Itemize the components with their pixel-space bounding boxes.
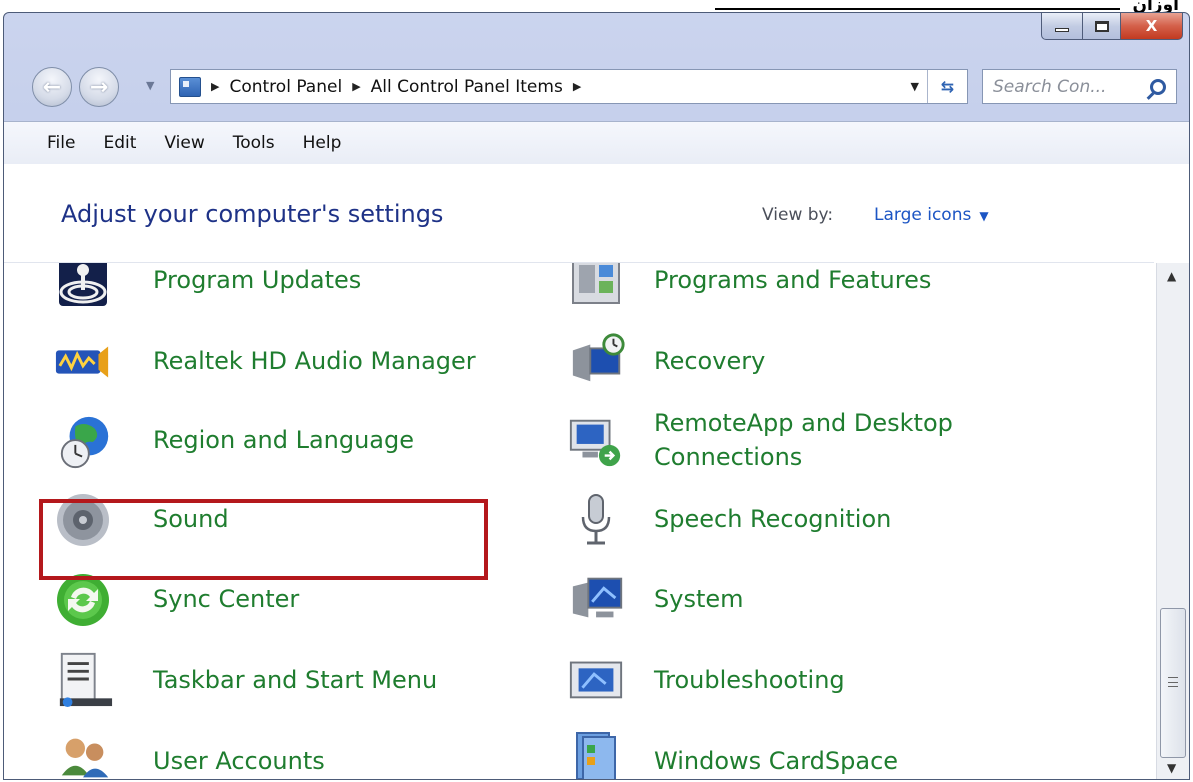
- address-dropdown-icon[interactable]: ▼: [911, 80, 919, 93]
- search-box[interactable]: Search Con...: [982, 69, 1177, 104]
- item-label: Speech Recognition: [654, 505, 892, 533]
- page-title: Adjust your computer's settings: [61, 200, 444, 228]
- minimize-button[interactable]: [1041, 13, 1083, 40]
- item-label-line-2: Connections: [654, 443, 803, 471]
- item-label: Programs and Features: [654, 266, 932, 294]
- item-label: Program Updates: [153, 266, 362, 294]
- menu-edit[interactable]: Edit: [103, 133, 136, 153]
- item-label: System: [654, 585, 744, 613]
- back-arrow-icon: ←: [42, 74, 62, 100]
- recovery-icon: [569, 331, 627, 389]
- item-label: Troubleshooting: [654, 666, 845, 694]
- breadcrumb-control-panel[interactable]: Control Panel: [229, 77, 342, 97]
- search-input[interactable]: Search Con...: [993, 77, 1106, 97]
- breadcrumb-arrow-icon[interactable]: ▶: [352, 80, 360, 93]
- item-label: User Accounts: [153, 747, 325, 775]
- search-icon[interactable]: [1150, 78, 1166, 95]
- minimize-icon: [1055, 28, 1069, 32]
- microphone-icon: [567, 491, 625, 549]
- grip-icon: [1168, 677, 1178, 687]
- breadcrumb-arrow-icon[interactable]: ▶: [573, 80, 581, 93]
- breadcrumb-all-items[interactable]: All Control Panel Items: [371, 77, 563, 97]
- menu-file[interactable]: File: [47, 133, 75, 153]
- control-panel-icon: [179, 76, 201, 97]
- breadcrumb-arrow-icon[interactable]: ▶: [211, 80, 219, 93]
- system-icon: [569, 569, 627, 627]
- view-by-value: Large icons: [874, 205, 972, 225]
- close-icon: X: [1145, 17, 1158, 35]
- content-pane: Adjust your computer's settings View by:…: [4, 164, 1189, 779]
- recent-pages-dropdown[interactable]: ▼: [146, 79, 154, 92]
- control-panel-window: X ← → ▼ ▶ Control Panel ▶ All Control Pa…: [3, 12, 1190, 780]
- taskbar-icon: [56, 650, 114, 708]
- users-icon: [56, 729, 114, 779]
- troubleshooting-icon: [567, 649, 625, 707]
- maximize-icon: [1094, 20, 1109, 32]
- menu-tools[interactable]: Tools: [233, 133, 275, 153]
- control-panel-items: Program Updates Realtek HD Audio Manager…: [4, 263, 1154, 779]
- menu-bar: File Edit View Tools Help: [4, 121, 1189, 164]
- maximize-button[interactable]: [1083, 13, 1121, 40]
- page: اوزان X ← → ▼ ▶ Control Panel ▶ All Cont…: [0, 0, 1193, 782]
- view-by-dropdown[interactable]: Large icons ▼: [874, 205, 989, 225]
- programs-features-icon: [567, 263, 625, 309]
- item-label: Taskbar and Start Menu: [153, 666, 438, 694]
- item-label: Sync Center: [153, 585, 300, 613]
- scroll-up-icon[interactable]: ▲: [1167, 269, 1176, 283]
- refresh-button[interactable]: ⇆: [927, 70, 967, 103]
- menu-view[interactable]: View: [164, 133, 204, 153]
- item-label: Realtek HD Audio Manager: [153, 347, 476, 375]
- scroll-thumb[interactable]: [1160, 608, 1186, 758]
- view-by-label: View by:: [762, 205, 834, 225]
- item-label: Recovery: [654, 347, 766, 375]
- region-language-highlight: [39, 499, 488, 580]
- remoteapp-icon: [567, 413, 625, 471]
- address-bar[interactable]: ▶ Control Panel ▶ All Control Panel Item…: [170, 69, 968, 104]
- globe-clock-icon: [56, 413, 114, 471]
- close-button[interactable]: X: [1121, 13, 1183, 40]
- vertical-scrollbar[interactable]: ▲ ▼: [1156, 263, 1189, 779]
- item-label: Windows CardSpace: [654, 747, 899, 775]
- top-strip-underline: [715, 8, 1120, 10]
- forward-arrow-icon: →: [89, 74, 109, 100]
- menu-help[interactable]: Help: [303, 133, 342, 153]
- refresh-icon: ⇆: [940, 77, 955, 96]
- forward-button[interactable]: →: [79, 67, 119, 107]
- caption-buttons: X: [1041, 13, 1183, 42]
- chevron-down-icon: ▼: [979, 209, 989, 223]
- realtek-audio-icon: [54, 333, 112, 391]
- item-label-line-1: RemoteApp and Desktop: [654, 409, 953, 437]
- cardspace-icon: [567, 729, 625, 779]
- program-updates-icon: [54, 263, 112, 311]
- scroll-down-icon[interactable]: ▼: [1167, 761, 1176, 775]
- item-label: Region and Language: [153, 426, 415, 454]
- navigation-bar: ← → ▼ ▶ Control Panel ▶ All Control Pane…: [4, 63, 1189, 108]
- back-button[interactable]: ←: [32, 67, 72, 107]
